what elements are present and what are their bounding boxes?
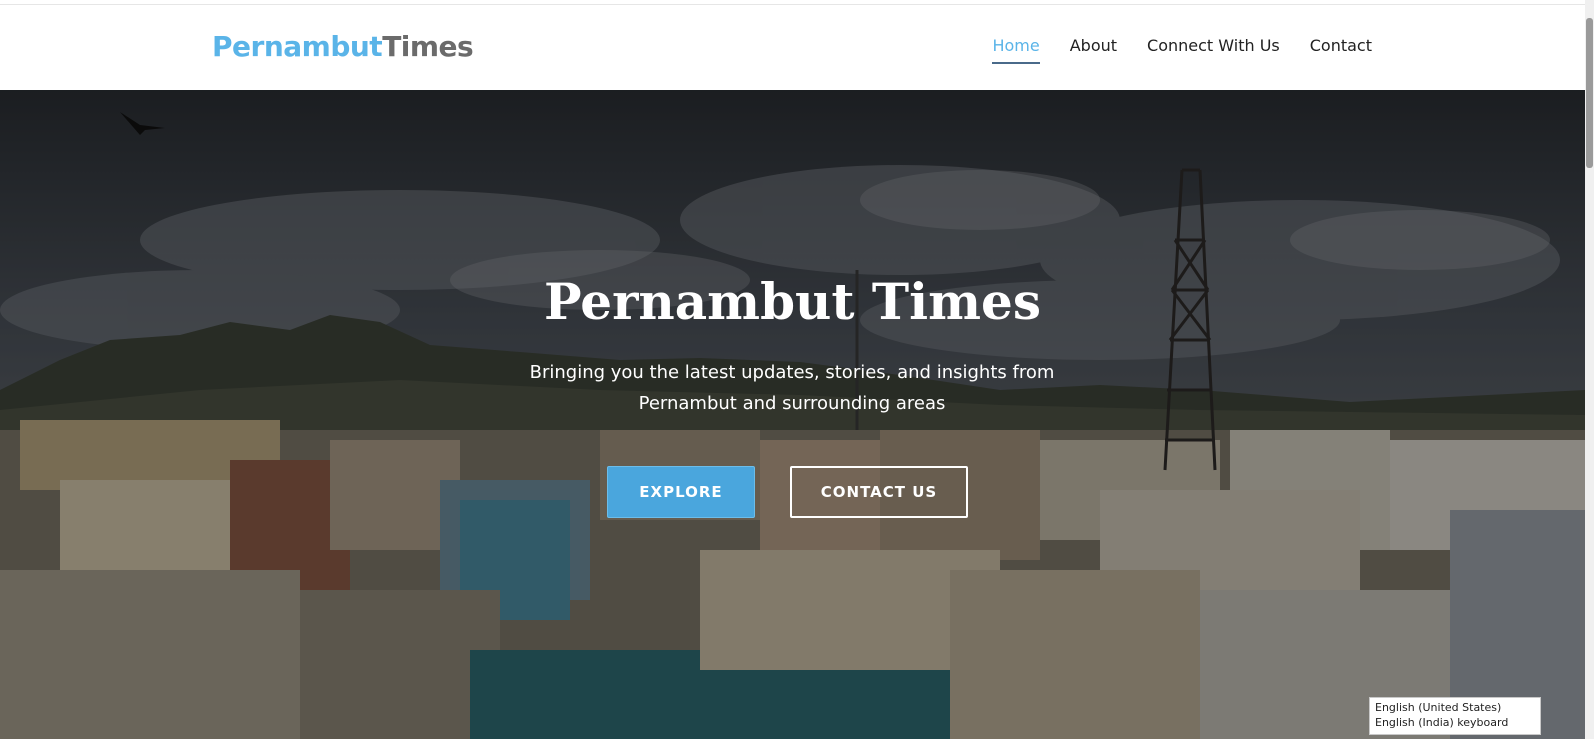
nav-connect-link[interactable]: Connect With Us [1147,36,1280,64]
site-header: PernambutTimes Home About Connect With U… [0,5,1594,90]
hero-section: Pernambut Times Bringing you the latest … [0,90,1585,739]
hero-subtitle-line2: Pernambut and surrounding areas [638,393,946,414]
hero-title: Pernambut Times [544,272,1041,331]
scrollbar-thumb[interactable] [1586,18,1593,168]
main-nav: Home About Connect With Us Contact [992,36,1372,64]
logo-part-times: Times [382,30,474,63]
explore-button-label: EXPLORE [639,483,723,501]
page-scrollbar[interactable] [1585,0,1594,739]
nav-contact-link[interactable]: Contact [1310,36,1372,64]
hero-subtitle: Bringing you the latest updates, stories… [512,357,1072,419]
contact-us-button[interactable]: CONTACT US [790,466,968,518]
explore-button[interactable]: EXPLORE [607,466,755,518]
hero-subtitle-line1: Bringing you the latest updates, stories… [529,362,1055,383]
nav-home-link[interactable]: Home [992,36,1040,64]
nav-about-link[interactable]: About [1070,36,1117,64]
site-logo[interactable]: PernambutTimes [212,30,474,64]
ime-language-line: English (United States) [1375,701,1502,714]
contact-us-button-label: CONTACT US [820,483,938,501]
logo-part-pernambut: Pernambut [212,30,383,63]
input-language-popup[interactable]: English (United States) English (India) … [1369,697,1541,735]
ime-keyboard-line: English (India) keyboard [1375,716,1509,729]
